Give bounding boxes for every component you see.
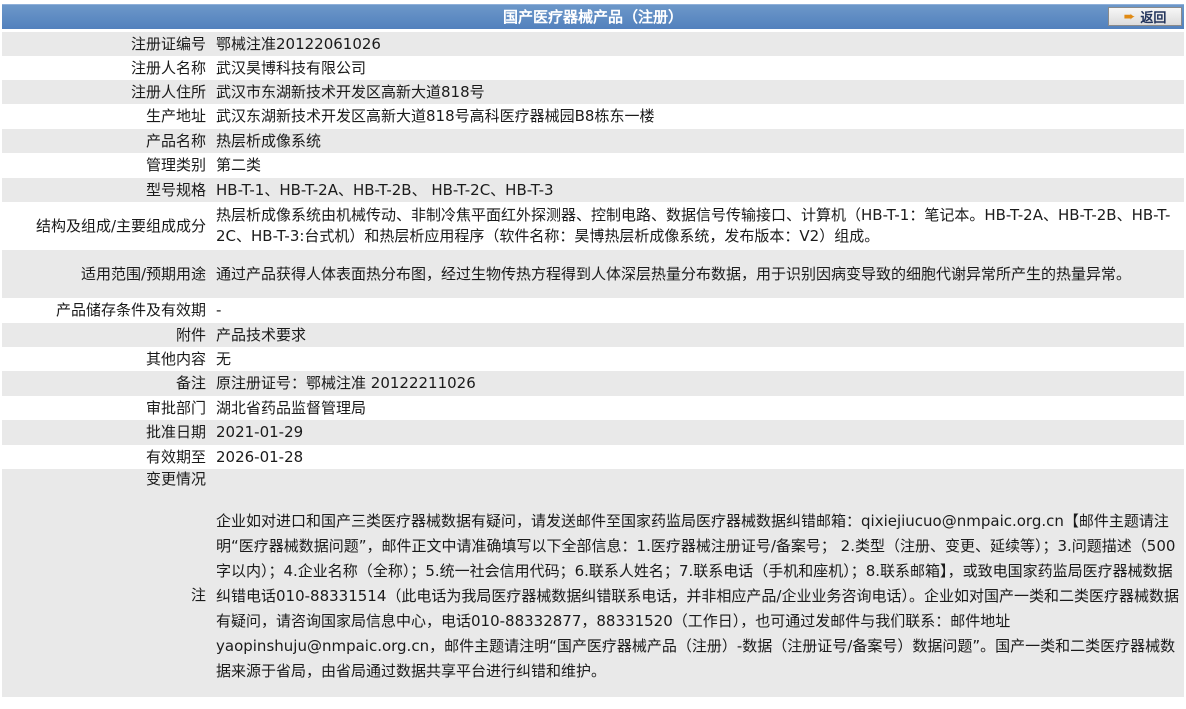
field-value: 热层析成像系统 — [212, 129, 1184, 153]
field-value: 武汉昊博科技有限公司 — [212, 56, 1184, 80]
field-value: 产品技术要求 — [212, 323, 1184, 347]
field-value: 热层析成像系统由机械传动、非制冷焦平面红外探测器、控制电路、数据信号传输接口、计… — [212, 202, 1184, 250]
field-label: 产品储存条件及有效期 — [2, 298, 212, 323]
field-label: 结构及组成/主要组成成分 — [2, 202, 212, 250]
field-label: 产品名称 — [2, 129, 212, 153]
field-value: 武汉东湖新技术开发区高新大道818号高科医疗器械园B8栋东一楼 — [212, 104, 1184, 129]
note-text: 企业如对进口和国产三类医疗器械数据有疑问，请发送邮件至国家药监局医疗器械数据纠错… — [212, 494, 1184, 697]
field-label: 适用范围/预期用途 — [2, 250, 212, 298]
field-label: 管理类别 — [2, 153, 212, 178]
info-row: 其他内容 无 — [2, 347, 1184, 371]
info-row: 注册人住所 武汉市东湖新技术开发区高新大道818号 — [2, 80, 1184, 104]
arrow-right-icon: ➨ — [1123, 8, 1136, 25]
field-label: 备注 — [2, 371, 212, 396]
field-value: 武汉市东湖新技术开发区高新大道818号 — [212, 80, 1184, 104]
registration-info-table: 注册证编号 鄂械注准20122061026 注册人名称 武汉昊博科技有限公司 注… — [2, 32, 1184, 697]
field-label: 生产地址 — [2, 104, 212, 129]
field-value: 原注册证号：鄂械注准 20122211026 — [212, 371, 1184, 396]
field-label: 批准日期 — [2, 420, 212, 445]
field-value: 湖北省药品监督管理局 — [212, 396, 1184, 420]
note-label: 注 — [2, 494, 212, 697]
field-label: 审批部门 — [2, 396, 212, 420]
field-label: 其他内容 — [2, 347, 212, 371]
field-label: 注册人住所 — [2, 80, 212, 104]
page-header: 国产医疗器械产品（注册） ➨ 返回 — [2, 4, 1184, 29]
info-row: 注册人名称 武汉昊博科技有限公司 — [2, 56, 1184, 80]
field-label: 注册人名称 — [2, 56, 212, 80]
field-label: 型号规格 — [2, 178, 212, 202]
info-row: 注册证编号 鄂械注准20122061026 — [2, 32, 1184, 56]
info-row: 批准日期 2021-01-29 — [2, 420, 1184, 445]
info-row: 审批部门 湖北省药品监督管理局 — [2, 396, 1184, 420]
info-row: 产品名称 热层析成像系统 — [2, 129, 1184, 153]
field-value — [212, 469, 1184, 494]
field-value: - — [212, 298, 1184, 323]
info-row: 管理类别 第二类 — [2, 153, 1184, 178]
info-row: 备注 原注册证号：鄂械注准 20122211026 — [2, 371, 1184, 396]
info-row: 型号规格 HB-T-1、HB-T-2A、HB-T-2B、 HB-T-2C、HB-… — [2, 178, 1184, 202]
info-row: 有效期至 2026-01-28 — [2, 445, 1184, 469]
info-row: 适用范围/预期用途 通过产品获得人体表面热分布图，经过生物传热方程得到人体深层热… — [2, 250, 1184, 298]
field-value: HB-T-1、HB-T-2A、HB-T-2B、 HB-T-2C、HB-T-3 — [212, 178, 1184, 202]
field-label: 变更情况 — [2, 469, 212, 494]
field-value: 无 — [212, 347, 1184, 371]
field-value: 2026-01-28 — [212, 445, 1184, 469]
info-row: 变更情况 — [2, 469, 1184, 494]
field-label: 注册证编号 — [2, 32, 212, 56]
field-label: 附件 — [2, 323, 212, 347]
note-row: 注 企业如对进口和国产三类医疗器械数据有疑问，请发送邮件至国家药监局医疗器械数据… — [2, 494, 1184, 697]
back-button-label: 返回 — [1140, 11, 1167, 26]
field-label: 有效期至 — [2, 445, 212, 469]
page-title: 国产医疗器械产品（注册） — [502, 8, 683, 26]
info-row: 结构及组成/主要组成成分 热层析成像系统由机械传动、非制冷焦平面红外探测器、控制… — [2, 202, 1184, 250]
field-value: 鄂械注准20122061026 — [212, 32, 1184, 56]
info-row: 生产地址 武汉东湖新技术开发区高新大道818号高科医疗器械园B8栋东一楼 — [2, 104, 1184, 129]
field-value: 通过产品获得人体表面热分布图，经过生物传热方程得到人体深层热量分布数据，用于识别… — [212, 250, 1184, 298]
info-row: 产品储存条件及有效期 - — [2, 298, 1184, 323]
field-value: 第二类 — [212, 153, 1184, 178]
field-value: 2021-01-29 — [212, 420, 1184, 445]
info-row: 附件 产品技术要求 — [2, 323, 1184, 347]
back-button[interactable]: ➨ 返回 — [1108, 7, 1182, 26]
